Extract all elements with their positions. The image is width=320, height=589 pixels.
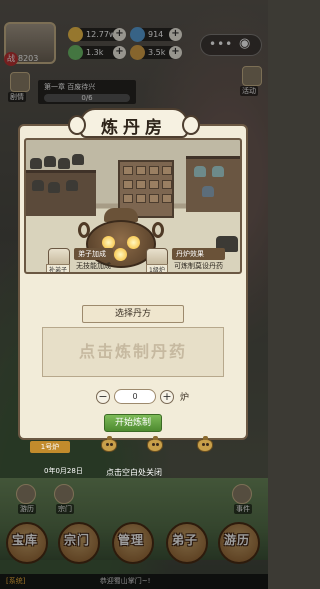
bottle-icon <box>212 166 224 177</box>
close-hint[interactable]: 点击空白处关闭 <box>0 467 268 478</box>
bottle-icon <box>194 166 206 177</box>
alchemy-room-scene: 补弟子 弟子加成 无技能加成 1级炉 丹炉效果 可炼制莫设丹药 <box>24 138 242 274</box>
jar-icon <box>32 180 44 191</box>
increase-quantity-button[interactable]: + <box>160 390 174 404</box>
furnace-slot-tab[interactable]: 1号炉 <box>30 441 70 453</box>
disciple-bonus: 弟子加成 无技能加成 <box>74 248 113 270</box>
disciple-tag: 补弟子 <box>46 264 71 272</box>
furnace-slot-4[interactable] <box>194 436 216 455</box>
decrease-quantity-button[interactable]: − <box>96 390 110 404</box>
furnace-slot-2[interactable] <box>98 436 120 455</box>
jar-icon <box>30 158 42 169</box>
furnace-effect: 丹炉效果 可炼制莫设丹药 <box>172 248 225 270</box>
jar-icon <box>48 182 60 193</box>
quantity-unit: 炉 <box>180 393 190 403</box>
jar-icon <box>66 180 78 191</box>
furnace-slot-3[interactable] <box>144 436 166 455</box>
bottle-icon <box>202 186 214 197</box>
recipe-slot[interactable]: 点击炼制丹药 <box>42 327 224 377</box>
furnace-effect-header: 丹炉效果 <box>172 248 225 260</box>
jar-icon <box>44 156 56 167</box>
modal-title: 炼丹房 <box>101 118 167 138</box>
right-shelf <box>186 156 240 212</box>
jar-icon <box>72 154 84 165</box>
select-recipe-button[interactable]: 选择丹方 <box>82 305 184 323</box>
disciple-bonus-header: 弟子加成 <box>74 248 113 260</box>
title-banner: 炼丹房 <box>68 108 200 138</box>
quantity-input[interactable]: 0 <box>114 389 156 404</box>
start-refining-button[interactable]: 开始炼制 <box>104 414 162 432</box>
furnace-level-tag: 1级炉 <box>146 264 168 272</box>
furnace-effect-desc: 可炼制莫设丹药 <box>174 262 223 270</box>
jar-icon <box>58 158 70 169</box>
disciple-bonus-desc: 无技能加成 <box>76 262 111 270</box>
